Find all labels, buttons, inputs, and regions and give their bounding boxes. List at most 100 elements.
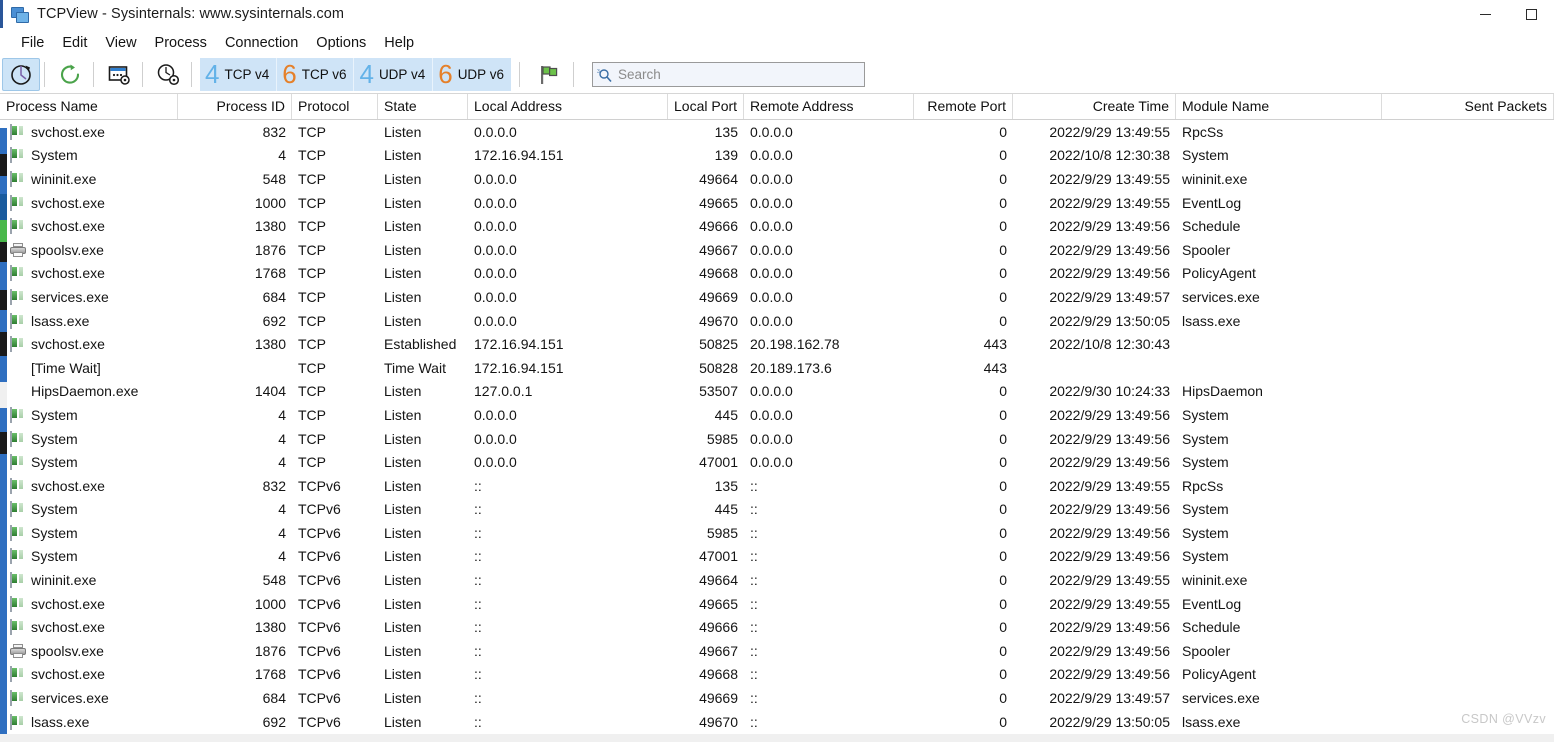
cell-remote-port: 0 xyxy=(999,666,1007,683)
column-header-process-name[interactable]: Process Name xyxy=(0,94,178,119)
cell-process-name: wininit.exe xyxy=(0,170,178,187)
process-name-label: svchost.exe xyxy=(31,265,105,282)
cell-remote-address: :: xyxy=(750,595,758,612)
cell-process-id: 1768 xyxy=(254,666,286,683)
cell-create-time: 2022/9/29 13:49:55 xyxy=(1049,595,1170,612)
search-input[interactable] xyxy=(617,67,864,82)
filter-tcp-v6[interactable]: 6 TCP v6 xyxy=(277,58,355,91)
cell-local-address: 0.0.0.0 xyxy=(474,123,517,140)
cell-state: Established xyxy=(384,336,457,353)
cell-state: Listen xyxy=(384,147,422,164)
table-row[interactable]: [Time Wait] TCP Time Wait 172.16.94.151 5082… xyxy=(0,356,1554,380)
cell-local-port: 49670 xyxy=(699,713,738,730)
window-settings-button[interactable] xyxy=(100,58,138,91)
process-name-label: [Time Wait] xyxy=(31,359,101,376)
table-row[interactable]: wininit.exe 548 TCP Listen 0.0.0.0 49664 0.0.0… xyxy=(0,167,1554,191)
process-name-label: System xyxy=(31,147,78,164)
table-row[interactable]: spoolsv.exe 1876 TCPv6 Listen:: 49667:: 0 2022… xyxy=(0,639,1554,663)
menu-item-help[interactable]: Help xyxy=(375,33,423,53)
cell-protocol: TCP xyxy=(298,265,326,282)
column-header-protocol[interactable]: Protocol xyxy=(292,94,378,119)
filter-udp-v4[interactable]: 4 UDP v4 xyxy=(354,58,434,91)
refresh-interval-button[interactable] xyxy=(2,58,40,91)
table-row[interactable]: svchost.exe 1380 TCP Listen 0.0.0.0 49666 0.0.… xyxy=(0,214,1554,238)
table-row[interactable]: System 4 TCPv6 Listen:: 5985:: 0 2022/9/29 13:… xyxy=(0,521,1554,545)
cell-process-id: 1000 xyxy=(254,595,286,612)
table-row[interactable]: System 4 TCPv6 Listen:: 47001:: 0 2022/9/29 13… xyxy=(0,545,1554,569)
cell-module-name: services.exe xyxy=(1182,288,1260,305)
table-row[interactable]: spoolsv.exe 1876 TCP Listen 0.0.0.0 49667 0.0.… xyxy=(0,238,1554,262)
table-row[interactable]: System 4 TCP Listen 0.0.0.0 445 0.0.0.0 0 2022/9… xyxy=(0,403,1554,427)
cell-remote-address: 20.198.162.78 xyxy=(750,336,840,353)
column-header-local-address[interactable]: Local Address xyxy=(468,94,668,119)
app-icon xyxy=(10,690,26,707)
history-settings-button[interactable] xyxy=(149,58,187,91)
column-header-create-time[interactable]: Create Time xyxy=(1013,94,1176,119)
column-header-state[interactable]: State xyxy=(378,94,468,119)
cell-remote-port: 0 xyxy=(999,454,1007,471)
cell-process-name: wininit.exe xyxy=(0,572,178,589)
cell-process-name: svchost.exe xyxy=(0,123,178,140)
cell-process-name: svchost.exe xyxy=(0,477,178,494)
cell-local-port: 135 xyxy=(714,477,738,494)
menu-item-view[interactable]: View xyxy=(96,33,145,53)
table-row[interactable]: System 4 TCP Listen 172.16.94.151 139 0.0.0.0 0… xyxy=(0,144,1554,168)
table-row[interactable]: svchost.exe 832 TCPv6 Listen:: 135:: 0 2022/9/… xyxy=(0,474,1554,498)
cell-local-address: :: xyxy=(474,666,482,683)
cell-remote-port: 0 xyxy=(999,501,1007,518)
table-row[interactable]: svchost.exe 1380 TCP Established 172.16.94.1… xyxy=(0,332,1554,356)
column-header-sent-packets[interactable]: Sent Packets xyxy=(1382,94,1554,119)
table-row[interactable]: System 4 TCP Listen 0.0.0.0 5985 0.0.0.0 0 2022/… xyxy=(0,427,1554,451)
table-row[interactable]: lsass.exe 692 TCPv6 Listen:: 49670:: 0 2022/9/… xyxy=(0,710,1554,734)
table-row[interactable]: svchost.exe 1768 TCPv6 Listen:: 49668:: 0 2022… xyxy=(0,663,1554,687)
cell-process-name: svchost.exe xyxy=(0,218,178,235)
maximize-button[interactable] xyxy=(1508,0,1554,28)
menu-item-file[interactable]: File xyxy=(12,33,53,53)
cell-state: Listen xyxy=(384,241,422,258)
table-row[interactable]: wininit.exe 548 TCPv6 Listen:: 49664:: 0 2022/… xyxy=(0,568,1554,592)
menu-item-edit[interactable]: Edit xyxy=(53,33,96,53)
column-header-process-id[interactable]: Process ID xyxy=(178,94,292,119)
column-header-module-name[interactable]: Module Name xyxy=(1176,94,1382,119)
table-row[interactable]: System 4 TCP Listen 0.0.0.0 47001 0.0.0.0 0 2022… xyxy=(0,450,1554,474)
table-row[interactable]: HipsDaemon.exe 1404 TCP Listen 127.0.0.1 5350… xyxy=(0,380,1554,404)
column-header-remote-port[interactable]: Remote Port xyxy=(914,94,1013,119)
menu-item-connection[interactable]: Connection xyxy=(216,33,307,53)
resolve-addresses-button[interactable] xyxy=(529,58,569,91)
column-header-remote-address[interactable]: Remote Address xyxy=(744,94,914,119)
table-row[interactable]: svchost.exe 1768 TCP Listen 0.0.0.0 49668 0.0.… xyxy=(0,262,1554,286)
table-row[interactable]: lsass.exe 692 TCP Listen 0.0.0.0 49670 0.0.0.0… xyxy=(0,309,1554,333)
process-name-label: spoolsv.exe xyxy=(31,642,104,659)
connections-table[interactable]: svchost.exe 832 TCP Listen 0.0.0.0 135 0.0.0.0… xyxy=(0,120,1554,738)
table-row[interactable]: services.exe 684 TCPv6 Listen:: 49669:: 0 2022… xyxy=(0,686,1554,710)
cell-state: Listen xyxy=(384,288,422,305)
cell-module-name: lsass.exe xyxy=(1182,312,1241,329)
cell-remote-address: 0.0.0.0 xyxy=(750,123,793,140)
table-row[interactable]: svchost.exe 1380 TCPv6 Listen:: 49666:: 0 2022… xyxy=(0,615,1554,639)
menu-item-options[interactable]: Options xyxy=(307,33,375,53)
table-row[interactable]: svchost.exe 832 TCP Listen 0.0.0.0 135 0.0.0.0… xyxy=(0,120,1554,144)
process-name-label: lsass.exe xyxy=(31,713,90,730)
column-header-local-port[interactable]: Local Port xyxy=(668,94,744,119)
cell-local-address: 0.0.0.0 xyxy=(474,288,517,305)
cell-process-id: 548 xyxy=(262,572,286,589)
cell-process-id: 1876 xyxy=(254,241,286,258)
process-name-label: svchost.exe xyxy=(31,218,105,235)
table-row[interactable]: System 4 TCPv6 Listen:: 445:: 0 2022/9/29 13:4… xyxy=(0,498,1554,522)
cell-module-name: Spooler xyxy=(1182,241,1231,258)
cell-state: Listen xyxy=(384,170,422,187)
menu-item-process[interactable]: Process xyxy=(146,33,216,53)
tcp-v4-label: TCP v4 xyxy=(224,67,270,82)
refresh-button[interactable] xyxy=(51,58,89,91)
cell-process-name: services.exe xyxy=(0,288,178,305)
minimize-button[interactable] xyxy=(1462,0,1508,28)
process-name-label: svchost.exe xyxy=(31,194,105,211)
search-box[interactable]: 3 xyxy=(591,62,865,87)
cell-state: Listen xyxy=(384,713,422,730)
table-row[interactable]: svchost.exe 1000 TCPv6 Listen:: 49665:: 0 2022… xyxy=(0,592,1554,616)
filter-tcp-v4[interactable]: 4 TCP v4 xyxy=(200,58,278,91)
table-row[interactable]: svchost.exe 1000 TCP Listen 0.0.0.0 49665 0.0.… xyxy=(0,191,1554,215)
filter-udp-v6[interactable]: 6 UDP v6 xyxy=(433,58,511,91)
table-row[interactable]: services.exe 684 TCP Listen 0.0.0.0 49669 0.0.… xyxy=(0,285,1554,309)
cell-remote-address: :: xyxy=(750,548,758,565)
